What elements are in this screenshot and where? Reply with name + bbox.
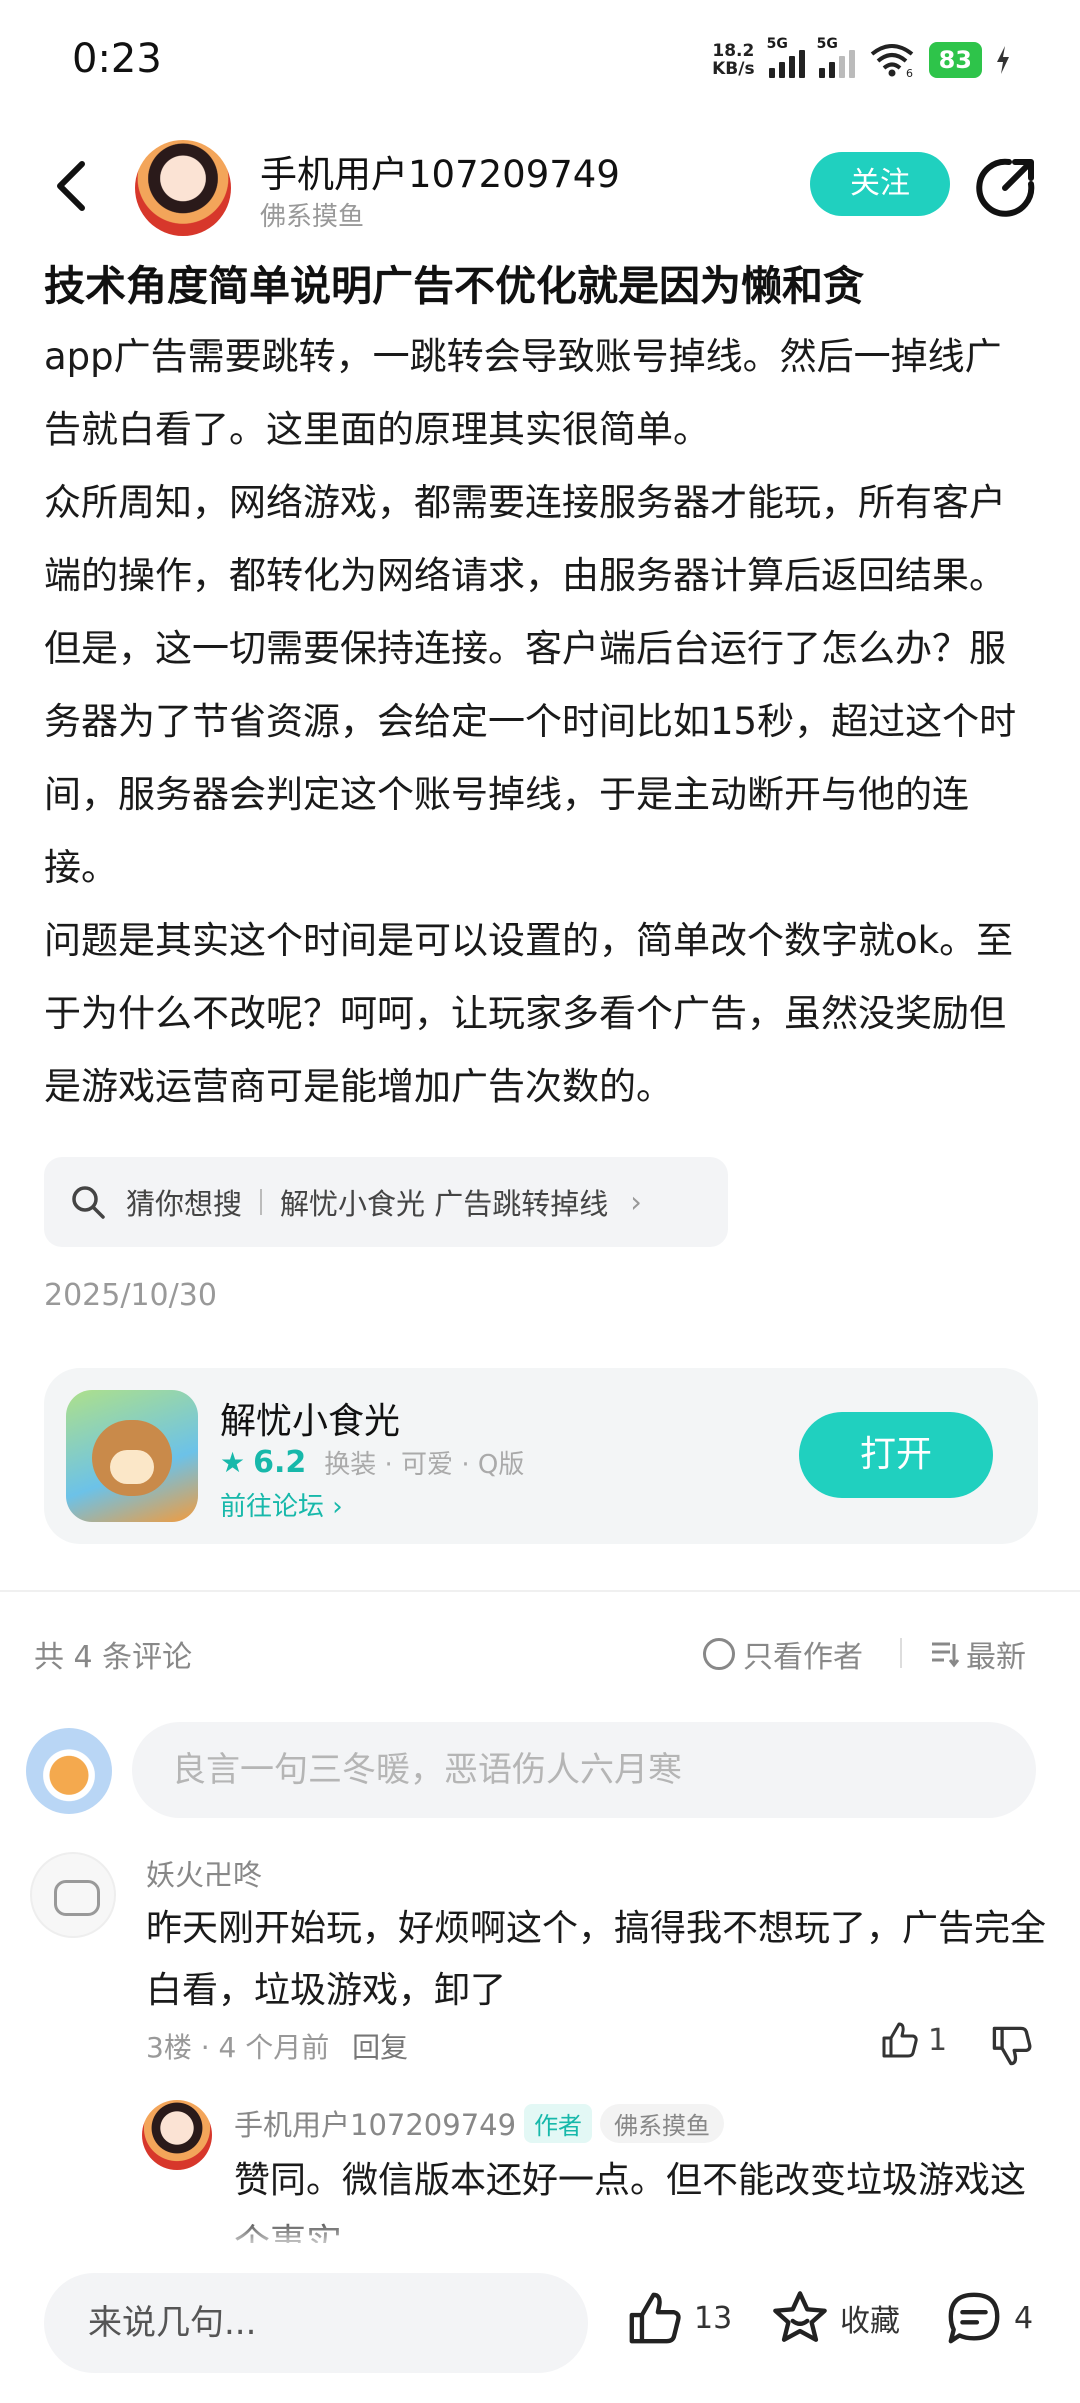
thumbs-down-icon[interactable] bbox=[990, 2024, 1034, 2068]
chevron-right-icon: › bbox=[630, 1185, 642, 1219]
network-speed-unit: KB/s bbox=[712, 59, 755, 79]
signal-icon-2: 5G bbox=[817, 36, 855, 78]
chevron-right-icon: › bbox=[332, 1492, 343, 1522]
bottom-action-bar: 来说几句... 13 收藏 4 bbox=[0, 2243, 1080, 2403]
comment-meta: 3楼 · 4 个月前 回复 bbox=[146, 2026, 408, 2066]
sort-label: 最新 bbox=[966, 1640, 1026, 1675]
star-icon: ★ bbox=[220, 1446, 246, 1479]
network-speed: 18.2 KB/s bbox=[712, 42, 754, 78]
author-avatar[interactable] bbox=[135, 140, 231, 236]
svg-text:6: 6 bbox=[906, 67, 913, 78]
search-query: 解忧小食光 广告跳转掉线 bbox=[280, 1187, 609, 1221]
back-arrow-icon[interactable] bbox=[48, 158, 98, 214]
author-name[interactable]: 手机用户107209749 bbox=[260, 144, 620, 198]
comment-floor-time: 3楼 · 4 个月前 bbox=[146, 2031, 330, 2064]
search-icon bbox=[72, 1186, 105, 1219]
comment-text: 昨天刚开始玩，好烦啊这个，搞得我不想玩了，广告完全白看，垃圾游戏，卸了 bbox=[146, 1908, 1047, 2011]
wifi-icon: 6 bbox=[870, 44, 913, 78]
forum-link[interactable]: 前往论坛 › bbox=[220, 1486, 343, 1523]
charging-icon bbox=[997, 46, 1009, 74]
comment-like-button[interactable]: 1 bbox=[880, 2020, 947, 2060]
status-bar: 0:23 18.2 KB/s 5G 5G 6 83 bbox=[0, 0, 1080, 120]
collect-label: 收藏 bbox=[840, 2304, 900, 2339]
article-body: app广告需要跳转，一跳转会导致账号掉线。然后一掉线广告就白看了。这里面的原理其… bbox=[44, 320, 1034, 1123]
sort-toggle[interactable]: 最新 bbox=[930, 1632, 1026, 1676]
status-icons: 18.2 KB/s 5G 5G 6 83 bbox=[712, 36, 1010, 84]
game-icon[interactable] bbox=[66, 1390, 198, 1522]
comment-count-badge: 4 bbox=[1014, 2300, 1034, 2336]
article-title: 技术角度简单说明广告不优化就是因为懒和贪 bbox=[44, 262, 864, 310]
comment-bubble-icon bbox=[948, 2292, 1000, 2344]
reply-button[interactable]: 回复 bbox=[352, 2031, 408, 2064]
star-icon bbox=[773, 2291, 827, 2342]
signal-type-label: 5G bbox=[766, 36, 788, 52]
post-date: 2025/10/30 bbox=[44, 1278, 217, 1313]
comment-input[interactable]: 良言一句三冬暖，恶语伤人六月寒 bbox=[132, 1722, 1036, 1818]
reply-author-row: 手机用户107209749 作者 佛系摸鱼 bbox=[234, 2102, 725, 2144]
status-time: 0:23 bbox=[72, 36, 162, 82]
network-speed-value: 18.2 bbox=[712, 41, 755, 61]
open-game-button[interactable]: 打开 bbox=[799, 1412, 993, 1498]
game-tags: 换装 · 可爱 · Q版 bbox=[324, 1450, 525, 1480]
article-paragraph: 众所周知，网络游戏，都需要连接服务器才能玩，所有客户端的操作，都转化为网络请求，… bbox=[44, 481, 1017, 889]
author-tag: 佛系摸鱼 bbox=[260, 202, 365, 232]
commenter-name[interactable]: 妖火卍咚 bbox=[146, 1852, 262, 1894]
my-avatar bbox=[26, 1728, 112, 1814]
bottom-comment-input[interactable]: 来说几句... bbox=[44, 2273, 588, 2373]
comment-like-count: 1 bbox=[928, 2022, 948, 2058]
follow-button[interactable]: 关注 bbox=[810, 152, 950, 216]
divider bbox=[260, 1189, 263, 1215]
search-prefix: 猜你想搜 bbox=[126, 1187, 243, 1221]
like-count: 13 bbox=[694, 2300, 733, 2336]
game-card[interactable]: 解忧小食光 ★ 6.2 换装 · 可爱 · Q版 前往论坛 › 打开 bbox=[44, 1368, 1038, 1544]
thumbs-up-icon bbox=[882, 2022, 918, 2058]
battery-indicator: 83 bbox=[928, 42, 982, 78]
author-badge: 作者 bbox=[524, 2103, 593, 2143]
comment-button[interactable]: 4 bbox=[944, 2289, 1033, 2347]
post-header: 手机用户107209749 佛系摸鱼 关注 bbox=[0, 130, 1080, 240]
signal-icon: 5G bbox=[767, 36, 805, 78]
article-paragraph: 问题是其实这个时间是可以设置的，简单改个数字就ok。至于为什么不改呢？呵呵，让玩… bbox=[44, 919, 1014, 1108]
radio-circle-icon bbox=[703, 1638, 735, 1670]
author-only-label: 只看作者 bbox=[743, 1640, 863, 1675]
game-meta: ★ 6.2 换装 · 可爱 · Q版 bbox=[220, 1444, 524, 1481]
divider bbox=[900, 1638, 902, 1668]
game-score: 6.2 bbox=[253, 1445, 307, 1480]
reply-author-avatar[interactable] bbox=[142, 2100, 212, 2170]
comment-count: 共 4 条评论 bbox=[34, 1640, 193, 1675]
commenter-avatar[interactable] bbox=[30, 1852, 116, 1938]
game-name[interactable]: 解忧小食光 bbox=[220, 1392, 400, 1444]
article-paragraph: app广告需要跳转，一跳转会导致账号掉线。然后一掉线广告就白看了。这里面的原理其… bbox=[44, 335, 1002, 451]
signal-type-label-2: 5G bbox=[816, 36, 838, 52]
suggested-search-chip[interactable]: 猜你想搜 解忧小食光 广告跳转掉线 › bbox=[44, 1157, 728, 1247]
collect-button[interactable]: 收藏 bbox=[770, 2289, 900, 2347]
section-divider bbox=[0, 1590, 1080, 1592]
reply-author-tag: 佛系摸鱼 bbox=[600, 2103, 725, 2143]
thumbs-up-icon bbox=[629, 2292, 681, 2344]
reply-author-name[interactable]: 手机用户107209749 bbox=[234, 2102, 516, 2144]
forum-link-label: 前往论坛 bbox=[220, 1492, 325, 1522]
sort-icon bbox=[932, 1642, 960, 1668]
share-icon[interactable] bbox=[975, 156, 1037, 218]
author-only-toggle[interactable]: 只看作者 bbox=[703, 1632, 863, 1676]
like-button[interactable]: 13 bbox=[626, 2289, 732, 2347]
